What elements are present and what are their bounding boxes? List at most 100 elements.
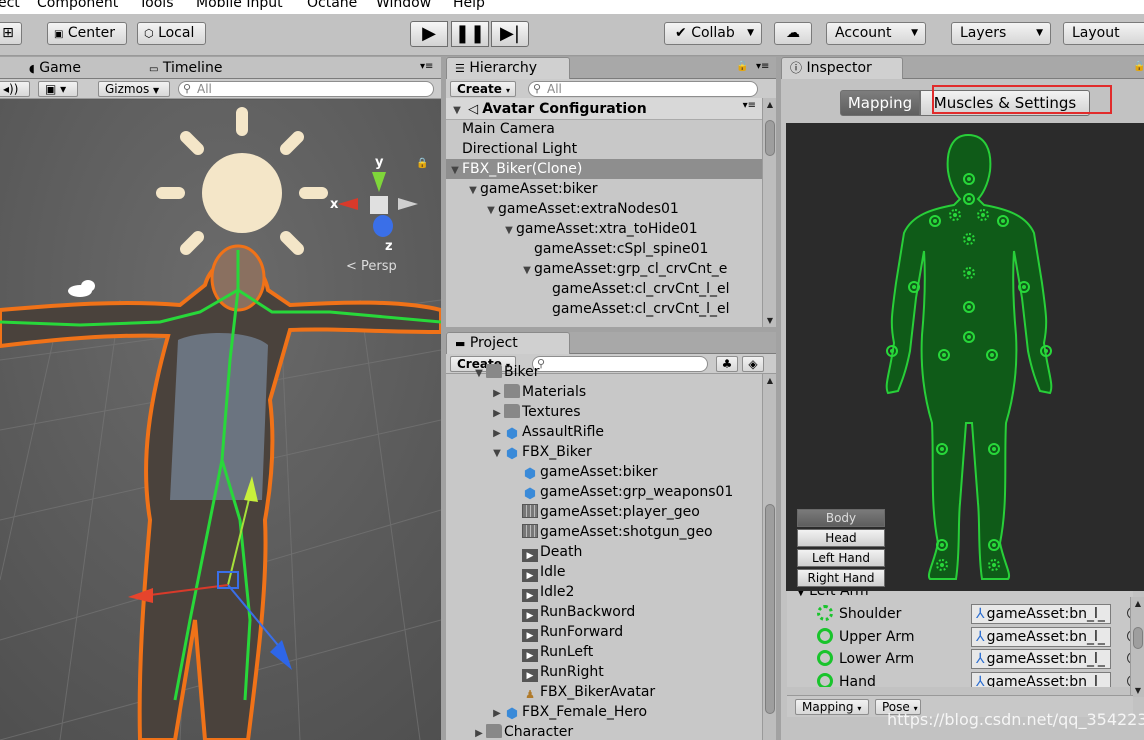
project-item[interactable]: ▶ ⬢ AssaultRifle	[446, 422, 762, 442]
menu-item-octane[interactable]: Octane	[307, 0, 357, 11]
hips-bone-dot[interactable]	[963, 331, 975, 343]
right-shoulder-bone-dot[interactable]	[997, 215, 1009, 227]
chest-bone-dot[interactable]	[963, 267, 975, 279]
project-item[interactable]: ▶ Idle2	[446, 582, 762, 602]
left-foot-bone-dot[interactable]	[936, 539, 948, 551]
head-bone-dot[interactable]	[963, 173, 975, 185]
hierarchy-item[interactable]: ▼ gameAsset:extraNodes01	[446, 199, 762, 219]
scroll-up-icon[interactable]: ▲	[1131, 599, 1144, 608]
inspector-scrollbar[interactable]: ▲ ▼	[1130, 597, 1144, 697]
project-item[interactable]: gameAsset:player_geo	[446, 502, 762, 522]
project-scrollbar[interactable]: ▲	[762, 374, 776, 740]
scene-menu-icon[interactable]: ▾≡	[743, 100, 756, 111]
lock-icon[interactable]: 🔒	[736, 61, 748, 72]
hierarchy-item[interactable]: ▼ FBX_Biker(Clone)	[446, 159, 762, 179]
tab-project[interactable]: ▬ Project	[446, 332, 570, 354]
left-knee-bone-dot[interactable]	[936, 443, 948, 455]
project-item[interactable]: ⬢ gameAsset:biker	[446, 462, 762, 482]
project-item[interactable]: ⬢ gameAsset:grp_weapons01	[446, 482, 762, 502]
project-item[interactable]: ▶ RunLeft	[446, 642, 762, 662]
hierarchy-create-button[interactable]: Create ▾	[450, 81, 516, 97]
audio-toggle[interactable]: ◂))	[0, 81, 30, 97]
right-elbow-bone-dot[interactable]	[1018, 281, 1030, 293]
mapping-tab-button[interactable]: Mapping	[840, 90, 920, 116]
expand-arrow-icon[interactable]: ▼	[448, 161, 462, 179]
expand-arrow-icon[interactable]: ▼	[484, 201, 498, 219]
project-item[interactable]: ▶ RunRight	[446, 662, 762, 682]
panel-menu-icon[interactable]: ▾≡	[756, 61, 769, 72]
menu-item-tools[interactable]: Tools	[139, 0, 174, 11]
collab-dropdown[interactable]: ✔ Collab ▼	[664, 22, 762, 45]
bone-mapping-row[interactable]: Shoulder ⅄ gameAsset:bn_l_	[797, 603, 1133, 625]
project-item[interactable]: ▼ ⬢ FBX_Biker	[446, 442, 762, 462]
right-hand-bone-dot[interactable]	[1040, 345, 1052, 357]
view-right-hand-button[interactable]: Right Hand	[797, 569, 885, 587]
expand-arrow-icon[interactable]: ▼	[472, 364, 486, 382]
left-arm-section-header[interactable]: ▼ Left Arm	[797, 591, 869, 599]
mapping-dropdown[interactable]: Mapping ▾	[795, 699, 869, 715]
bone-mapping-row[interactable]: Lower Arm ⅄ gameAsset:bn_l_	[797, 648, 1133, 670]
bone-transform-field[interactable]: ⅄ gameAsset:bn_l_	[971, 649, 1111, 669]
account-dropdown[interactable]: Account ▼	[826, 22, 926, 45]
panel-menu-icon[interactable]: ▾≡	[420, 61, 433, 72]
menu-item-component[interactable]: Component	[37, 0, 118, 11]
tab-hierarchy[interactable]: ☰ Hierarchy	[446, 57, 570, 79]
project-item[interactable]: gameAsset:shotgun_geo	[446, 522, 762, 542]
right-foot-bone-dot[interactable]	[988, 539, 1000, 551]
hierarchy-item[interactable]: gameAsset:cl_crvCnt_l_el	[446, 299, 762, 319]
scene-view-panel[interactable]: ◖ Game ▭ Timeline ▾≡ ◂)) ▣ ▾ Gizmos ▼ ⚲ …	[0, 57, 441, 740]
menu-item-help[interactable]: Help	[453, 0, 485, 11]
menu-item-project[interactable]: ect	[0, 0, 20, 11]
view-body-button[interactable]: Body	[797, 509, 885, 527]
left-hand-bone-dot[interactable]	[886, 345, 898, 357]
neck-bone-dot[interactable]	[963, 193, 975, 205]
project-item[interactable]: ▼ Biker	[446, 362, 762, 382]
step-button[interactable]: ▶|	[491, 21, 529, 47]
scene-search-input[interactable]: ⚲ All	[178, 81, 434, 97]
expand-arrow-icon[interactable]: ▶	[490, 424, 504, 442]
left-eye-bone-dot[interactable]	[949, 209, 961, 221]
left-shoulder-bone-dot[interactable]	[929, 215, 941, 227]
effects-dropdown[interactable]: ▣ ▾	[38, 81, 78, 97]
scroll-down-icon[interactable]: ▼	[763, 316, 776, 325]
layout-dropdown[interactable]: Layout	[1063, 22, 1144, 45]
left-elbow-bone-dot[interactable]	[908, 281, 920, 293]
bone-transform-field[interactable]: ⅄ gameAsset:bn_l_	[971, 671, 1111, 687]
project-item[interactable]: ▶ RunForward	[446, 622, 762, 642]
hierarchy-item[interactable]: gameAsset:cSpl_spine01	[446, 239, 762, 259]
scroll-down-icon[interactable]: ▼	[1131, 686, 1144, 695]
view-head-button[interactable]: Head	[797, 529, 885, 547]
bone-mapping-row[interactable]: Hand ⅄ gameAsset:bn_l_	[797, 671, 1133, 687]
gizmos-dropdown[interactable]: Gizmos ▼	[98, 81, 170, 97]
cloud-button[interactable]: ☁	[774, 22, 812, 45]
view-left-hand-button[interactable]: Left Hand	[797, 549, 885, 567]
hierarchy-item[interactable]: ▼ gameAsset:xtra_toHide01	[446, 219, 762, 239]
project-item[interactable]: ▶ RunBackword	[446, 602, 762, 622]
hierarchy-scrollbar[interactable]: ▲ ▼	[762, 98, 776, 327]
layers-dropdown[interactable]: Layers ▼	[951, 22, 1051, 45]
right-upper-leg-bone-dot[interactable]	[986, 349, 998, 361]
expand-arrow-icon[interactable]: ▶	[472, 724, 486, 740]
expand-arrow-icon[interactable]: ▼	[466, 181, 480, 199]
scene-header-row[interactable]: ▼ ◁ Avatar Configuration ▾≡	[446, 98, 762, 120]
expand-arrow-icon[interactable]: ▼	[502, 221, 516, 239]
expand-arrow-icon[interactable]: ▶	[490, 704, 504, 722]
scene-viewport[interactable]: y x z < Persp 🔒	[0, 100, 441, 740]
hierarchy-item[interactable]: gameAsset:cl_crvCnt_l_el	[446, 279, 762, 299]
expand-arrow-icon[interactable]: ▶	[490, 404, 504, 422]
hierarchy-item[interactable]: Directional Light	[446, 139, 762, 159]
scroll-thumb[interactable]	[765, 504, 775, 714]
tab-game[interactable]: ◖ Game	[20, 57, 100, 79]
upper-chest-bone-dot[interactable]	[963, 233, 975, 245]
scroll-up-icon[interactable]: ▲	[763, 100, 776, 109]
hierarchy-item[interactable]: ▼ gameAsset:grp_cl_crvCnt_e	[446, 259, 762, 279]
hierarchy-search-input[interactable]: ⚲ All	[528, 81, 758, 97]
expand-arrow-icon[interactable]: ▼	[520, 261, 534, 279]
persp-label[interactable]: < Persp	[346, 259, 397, 274]
bone-transform-field[interactable]: ⅄ gameAsset:bn_l_	[971, 604, 1111, 624]
tab-inspector[interactable]: ⓘ Inspector	[781, 57, 903, 79]
expand-arrow-icon[interactable]: ▶	[490, 384, 504, 402]
spine-bone-dot[interactable]	[963, 301, 975, 313]
right-knee-bone-dot[interactable]	[988, 443, 1000, 455]
project-item[interactable]: ▶ Character	[446, 722, 762, 740]
